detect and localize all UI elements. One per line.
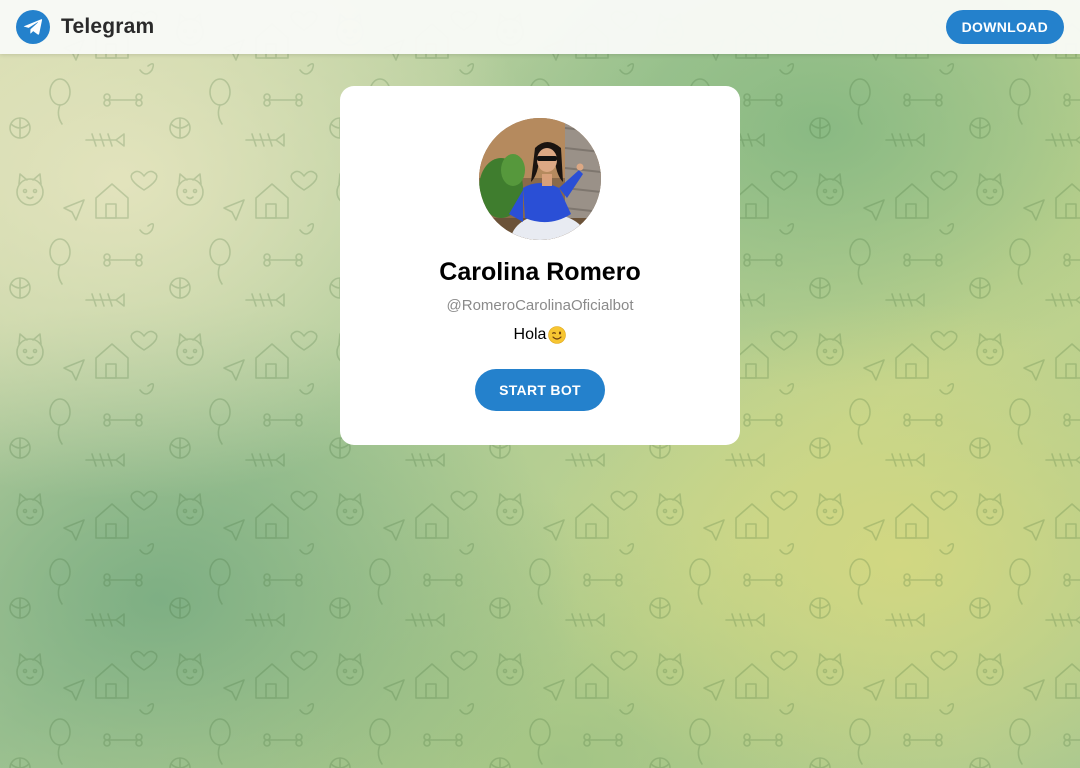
top-header: Telegram DOWNLOAD [0, 0, 1080, 54]
bio-text: Hola [513, 326, 547, 343]
profile-card: Carolina Romero @RomeroCarolinaOficialbo… [340, 86, 740, 445]
telegram-brand[interactable]: Telegram [16, 10, 154, 44]
winking-face-icon [548, 326, 567, 344]
profile-name: Carolina Romero [439, 258, 641, 286]
start-bot-button[interactable]: START BOT [475, 369, 605, 411]
profile-bio: Hola [514, 326, 567, 344]
brand-name: Telegram [61, 15, 155, 38]
telegram-plane-icon [16, 10, 50, 44]
profile-avatar [479, 118, 601, 240]
profile-username: @RomeroCarolinaOficialbot [446, 297, 634, 314]
download-button[interactable]: DOWNLOAD [945, 10, 1064, 44]
